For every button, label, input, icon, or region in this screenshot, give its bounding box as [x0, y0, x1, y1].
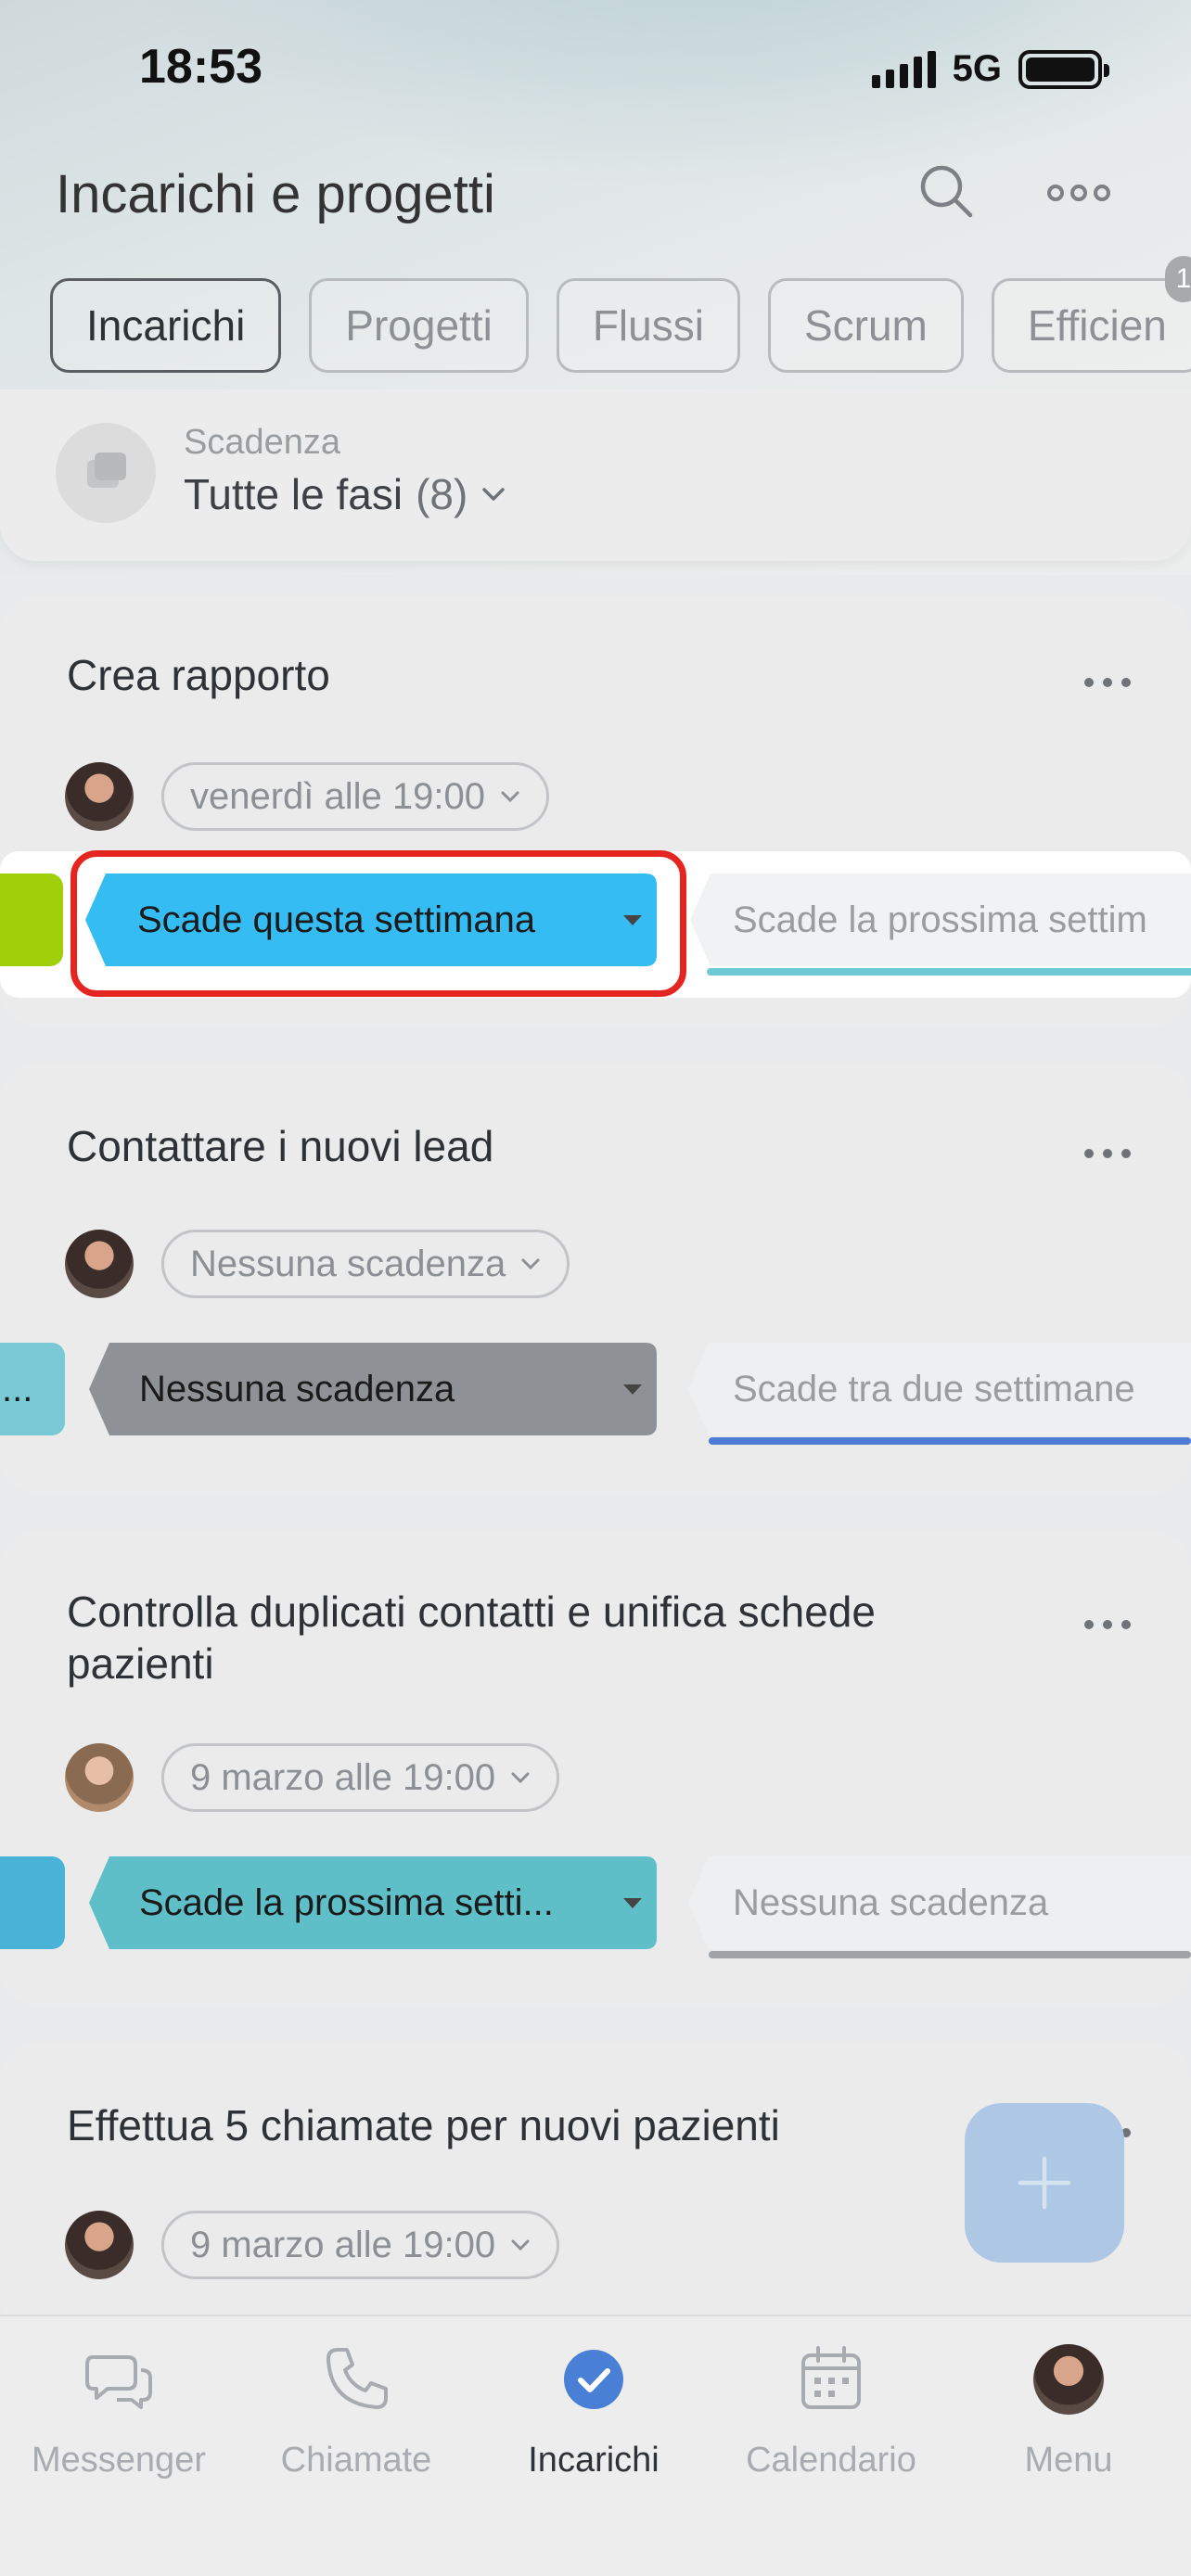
- deadline-pill[interactable]: 9 marzo alle 19:00: [161, 2211, 560, 2279]
- stages-icon: [56, 423, 156, 523]
- nav-label: Chiamate: [280, 2441, 432, 2480]
- chevron-down-icon: [511, 1772, 530, 1784]
- chevron-down-icon: [501, 791, 519, 803]
- task-title: Effettua 5 chiamate per nuovi pazienti: [67, 2101, 780, 2149]
- chevron-down-icon: [511, 2239, 530, 2251]
- stage-filter[interactable]: Scadenza Tutte le fasi (8): [0, 389, 1191, 561]
- task-title: Contattare i nuovi lead: [67, 1122, 494, 1170]
- task-title: Crea rapporto: [67, 651, 330, 699]
- nav-menu[interactable]: Menu: [950, 2344, 1187, 2480]
- filter-count: (8): [416, 470, 468, 518]
- stage-next-bar: [709, 1437, 1191, 1445]
- highlight-box: [70, 850, 686, 997]
- bottom-nav: Messenger Chiamate Incarichi Calendario …: [0, 2315, 1191, 2576]
- stage-next[interactable]: Nessuna scadenza: [688, 1856, 1191, 1949]
- stage-next-label: Nessuna scadenza: [733, 1881, 1049, 1923]
- plus-icon: [1018, 2156, 1071, 2210]
- phone-icon: [327, 2348, 388, 2409]
- more-options-icon[interactable]: [1082, 1144, 1133, 1163]
- status-indicators: 5G: [871, 48, 1109, 90]
- more-options-icon[interactable]: [1046, 174, 1111, 211]
- stage-next-label: Scade la prossima settim: [733, 899, 1147, 940]
- stage-current[interactable]: Nessuna scadenza: [91, 1343, 657, 1435]
- deadline-pill[interactable]: Nessuna scadenza: [161, 1230, 570, 1298]
- nav-label: Menu: [1024, 2441, 1113, 2480]
- stage-previous[interactable]: [0, 874, 63, 966]
- deadline-text: 9 marzo alle 19:00: [190, 2224, 496, 2265]
- nav-label: Calendario: [746, 2441, 916, 2480]
- stage-row: ... Nessuna scadenza Scade tra due setti…: [0, 1343, 1191, 1445]
- stage-previous[interactable]: ...: [0, 1343, 65, 1435]
- avatar-icon: [1033, 2344, 1104, 2415]
- stage-next-bar: [707, 968, 1191, 976]
- tab-flussi[interactable]: Flussi: [556, 278, 740, 373]
- tab-progetti[interactable]: Progetti: [309, 278, 529, 373]
- deadline-pill[interactable]: venerdì alle 19:00: [161, 762, 550, 831]
- chevron-down-icon: [521, 1258, 540, 1270]
- page-title: Incarichi e progetti: [56, 164, 495, 224]
- tab-bar: Incarichi Progetti Flussi Scrum Efficien: [50, 278, 1191, 373]
- tab-badge: 1: [1165, 256, 1191, 302]
- filter-value[interactable]: Tutte le fasi (8): [184, 469, 506, 519]
- nav-messenger[interactable]: Messenger: [0, 2344, 237, 2480]
- signal-icon: [871, 50, 936, 88]
- nav-chiamate[interactable]: Chiamate: [237, 2344, 475, 2480]
- more-options-icon[interactable]: [1082, 673, 1133, 692]
- nav-incarichi[interactable]: Incarichi: [475, 2344, 712, 2480]
- caret-down-icon: [623, 1384, 642, 1395]
- tab-efficienza[interactable]: Efficien: [991, 278, 1191, 373]
- search-icon[interactable]: [916, 161, 976, 221]
- caret-down-icon: [623, 1898, 642, 1908]
- task-card[interactable]: Contattare i nuovi lead Nessuna scadenza…: [0, 1063, 1191, 1495]
- avatar: [65, 762, 134, 831]
- stage-current-label: Scade la prossima setti...: [139, 1881, 554, 1923]
- network-label: 5G: [952, 48, 1002, 89]
- add-task-button[interactable]: [965, 2103, 1124, 2263]
- avatar: [65, 2211, 134, 2279]
- task-card[interactable]: Controlla duplicati contatti e unifica s…: [0, 1530, 1191, 2007]
- check-circle-icon: [564, 2350, 623, 2409]
- filter-value-text: Tutte le fasi: [184, 470, 403, 518]
- stage-next-label: Scade tra due settimane: [733, 1368, 1135, 1409]
- app-header: Incarichi e progetti: [0, 148, 1191, 241]
- avatar: [65, 1230, 134, 1298]
- battery-icon: [1018, 49, 1109, 89]
- chevron-down-icon: [482, 488, 506, 501]
- nav-calendario[interactable]: Calendario: [712, 2344, 950, 2480]
- stage-current[interactable]: Scade la prossima setti...: [91, 1856, 657, 1949]
- stage-next-bar: [709, 1951, 1191, 1958]
- deadline-text: 9 marzo alle 19:00: [190, 1756, 496, 1798]
- deadline-text: Nessuna scadenza: [190, 1243, 506, 1284]
- stage-current-label: Nessuna scadenza: [139, 1368, 455, 1409]
- tab-incarichi[interactable]: Incarichi: [50, 278, 282, 373]
- nav-label: Incarichi: [528, 2441, 660, 2480]
- task-title: Controlla duplicati contatti e unifica s…: [67, 1588, 876, 1688]
- stage-next[interactable]: Scade tra due settimane: [688, 1343, 1191, 1435]
- stage-previous-label: ...: [2, 1368, 33, 1409]
- avatar: [65, 1743, 134, 1812]
- stage-previous[interactable]: [0, 1856, 65, 1949]
- more-options-icon[interactable]: [1082, 1615, 1133, 1634]
- stage-row: Scade la prossima setti... Nessuna scade…: [0, 1856, 1191, 1958]
- tab-scrum[interactable]: Scrum: [767, 278, 964, 373]
- filter-label: Scadenza: [184, 423, 341, 462]
- status-bar: 18:53 5G: [0, 0, 1191, 139]
- deadline-pill[interactable]: 9 marzo alle 19:00: [161, 1743, 560, 1812]
- deadline-text: venerdì alle 19:00: [190, 775, 486, 817]
- stage-next[interactable]: Scade la prossima settim: [688, 874, 1191, 966]
- status-time: 18:53: [139, 40, 263, 94]
- calendar-icon: [801, 2346, 861, 2409]
- nav-label: Messenger: [32, 2441, 206, 2480]
- chat-icon: [85, 2355, 152, 2409]
